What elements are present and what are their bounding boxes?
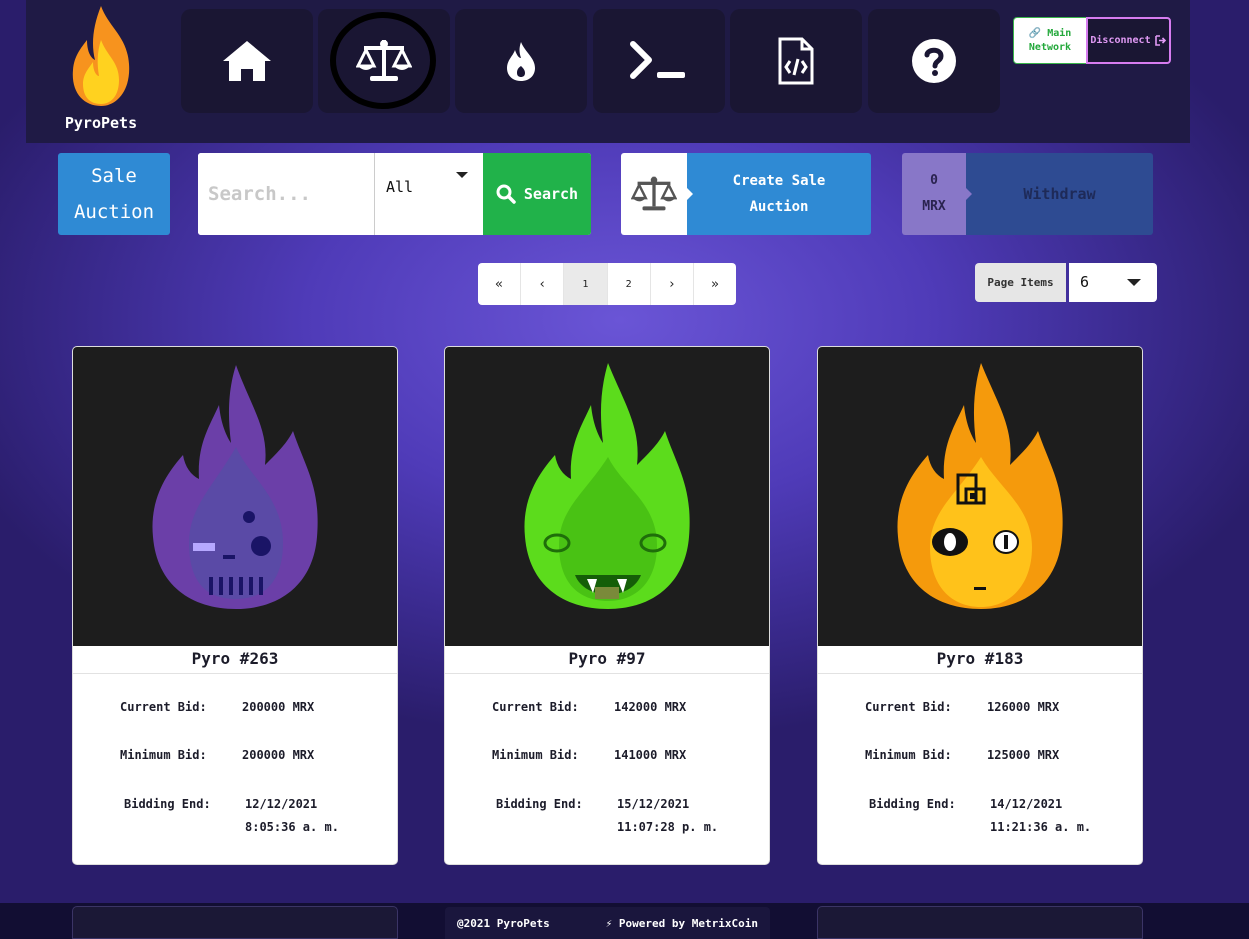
current-bid-label: Current Bid: (865, 700, 952, 714)
create-sale-line1: Create Sale (732, 173, 826, 189)
active-indicator-ring (330, 12, 436, 109)
powered-by-text: Powered by MetrixCoin (618, 916, 758, 930)
minimum-bid-value: 200000 MRX (242, 748, 315, 762)
current-bid-label: Current Bid: (492, 700, 579, 714)
bolt-icon: ⚡ (605, 916, 613, 930)
filter-value: All (386, 178, 414, 196)
app-logo[interactable]: PyroPets (26, 0, 176, 143)
minimum-bid-label: Minimum Bid: (865, 748, 952, 762)
page-items-value: 6 (1080, 273, 1090, 291)
auction-card[interactable]: Pyro #97 Current Bid: 142000 MRX Minimum… (444, 346, 770, 865)
minimum-bid-value: 141000 MRX (614, 748, 687, 762)
withdraw-group: 0 MRX Withdraw (902, 153, 1153, 235)
bidding-end-time: 8:05:36 a. m. (245, 820, 339, 834)
code-file-icon (778, 37, 814, 85)
copyright-text: @2021 PyroPets (457, 916, 550, 930)
network-line2: Network (1028, 41, 1072, 53)
next-page-button[interactable]: › (651, 263, 694, 305)
nav-terminal-button[interactable] (593, 9, 725, 113)
scale-icon (631, 176, 677, 211)
create-sale-line2: Auction (749, 199, 809, 215)
auction-card[interactable] (817, 906, 1143, 939)
sale-auction-line1: Sale (91, 165, 137, 187)
sale-auction-line2: Auction (73, 201, 155, 223)
bidding-end-label: Bidding End: (496, 797, 583, 811)
disconnect-label: Disconnect (1090, 35, 1151, 46)
pet-name: Pyro #183 (818, 646, 1142, 674)
pet-image (818, 347, 1142, 646)
network-indicator: 🔗 Main Network (1013, 17, 1087, 64)
bidding-end-label: Bidding End: (124, 797, 211, 811)
disconnect-button[interactable]: Disconnect (1086, 17, 1171, 64)
purple-flame-pet-image (152, 365, 318, 609)
bidding-end-time: 11:21:36 a. m. (990, 820, 1092, 834)
footer-bar: @2021 PyroPets ⚡ Powered by MetrixCoin (445, 907, 770, 939)
current-bid-value: 126000 MRX (987, 700, 1060, 714)
search-group: All Search (198, 153, 591, 235)
app-name: PyroPets (64, 114, 138, 132)
pet-name: Pyro #263 (73, 646, 397, 674)
chevron-down-icon (456, 172, 468, 178)
question-icon (912, 39, 956, 83)
flame-logo-icon (72, 6, 130, 106)
search-input[interactable] (198, 153, 375, 235)
bidding-end-date: 15/12/2021 (617, 797, 690, 811)
minimum-bid-label: Minimum Bid: (492, 748, 579, 762)
page-button-2[interactable]: 2 (608, 263, 651, 305)
flame-icon (507, 42, 535, 81)
page-items-label: Page Items (975, 263, 1066, 302)
auction-card[interactable] (72, 906, 398, 939)
nav-help-button[interactable] (868, 9, 1000, 113)
last-page-button[interactable]: » (694, 263, 736, 305)
sale-auction-button[interactable]: Sale Auction (58, 153, 170, 235)
search-button[interactable]: Search (483, 153, 591, 235)
home-icon (223, 41, 271, 81)
withdraw-label: Withdraw (1023, 185, 1096, 203)
search-button-label: Search (523, 185, 579, 203)
page-button-1[interactable]: 1 (564, 263, 608, 305)
terminal-icon (630, 41, 685, 79)
nav-fire-button[interactable] (455, 9, 587, 113)
first-page-button[interactable]: « (478, 263, 522, 305)
pet-name: Pyro #97 (445, 646, 769, 674)
balance-display: 0 MRX (902, 153, 972, 235)
balance-unit: MRX (922, 199, 946, 214)
current-bid-label: Current Bid: (120, 700, 207, 714)
network-line1: Main (1047, 27, 1072, 39)
page-items-select[interactable]: 6 (1069, 263, 1157, 302)
link-icon: 🔗 (1028, 27, 1042, 39)
nav-home-button[interactable] (181, 9, 313, 113)
minimum-bid-value: 125000 MRX (987, 748, 1060, 762)
pagination: « ‹ 1 2 › » (478, 263, 736, 305)
minimum-bid-label: Minimum Bid: (120, 748, 207, 762)
withdraw-button[interactable]: Withdraw (966, 153, 1153, 235)
prev-page-button[interactable]: ‹ (521, 263, 565, 305)
bidding-end-date: 12/12/2021 (245, 797, 318, 811)
chevron-down-icon (1127, 279, 1141, 286)
orange-flame-pet-image (897, 363, 1063, 609)
pet-image (445, 347, 769, 646)
auction-card[interactable]: Pyro #263 Current Bid: 200000 MRX Minimu… (72, 346, 398, 865)
bidding-end-label: Bidding End: (869, 797, 956, 811)
balance-value: 0 (930, 173, 938, 188)
current-bid-value: 200000 MRX (242, 700, 315, 714)
create-sale-auction-button[interactable]: Create Sale Auction (621, 153, 871, 235)
nav-contract-button[interactable] (730, 9, 862, 113)
filter-select[interactable]: All (375, 153, 483, 235)
green-flame-pet-image (524, 363, 690, 609)
nav-auction-button[interactable] (318, 9, 450, 113)
pet-image (73, 347, 397, 646)
current-bid-value: 142000 MRX (614, 700, 687, 714)
sign-out-icon (1154, 35, 1166, 46)
bidding-end-time: 11:07:28 p. m. (617, 820, 719, 834)
powered-by: ⚡ Powered by MetrixCoin (606, 917, 758, 930)
bidding-end-date: 14/12/2021 (990, 797, 1063, 811)
auction-card[interactable]: Pyro #183 Current Bid: 126000 MRX Minimu… (817, 346, 1143, 865)
search-icon (496, 184, 516, 204)
